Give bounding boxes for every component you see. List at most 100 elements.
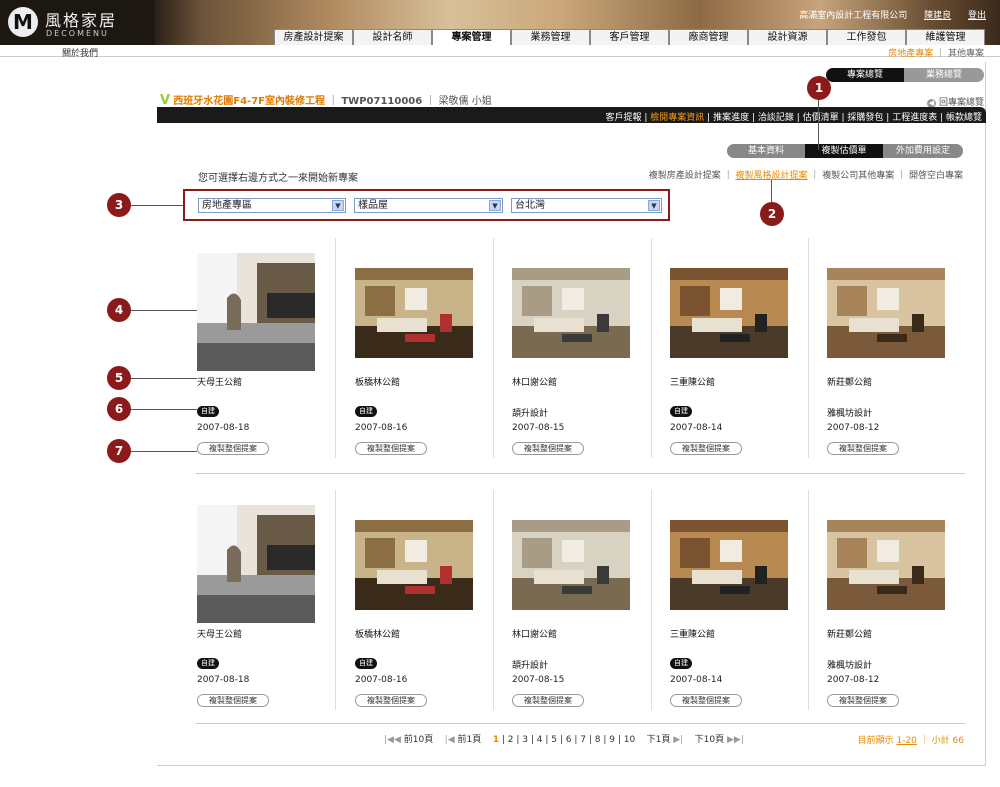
project-date: 2007-08-12 xyxy=(827,675,880,685)
project-menu-item[interactable]: 帳款總覽 xyxy=(946,113,982,123)
switch-business-overview[interactable]: 業務總覽 xyxy=(904,68,984,82)
nav-tab[interactable]: 業務管理 xyxy=(511,29,590,45)
project-menu-item[interactable]: 估價清單 xyxy=(803,113,839,123)
page-number[interactable]: 10 xyxy=(624,735,635,745)
self-built-badge: 自建 xyxy=(355,406,377,417)
callout-1: 1 xyxy=(807,76,831,100)
project-name[interactable]: 板橋林公館 xyxy=(355,375,400,388)
project-name[interactable]: 林口謝公館 xyxy=(512,627,557,640)
pager-divider xyxy=(196,723,965,724)
nav-tab[interactable]: 房產設計提案 xyxy=(274,29,353,45)
total-value: 66 xyxy=(952,736,964,746)
logo[interactable]: M 風格家居 DECOMENU xyxy=(0,0,155,45)
callout-4: 4 xyxy=(107,298,131,322)
top-user-info: 高滿室內設計工程有限公司 陳建良 登出 xyxy=(785,8,986,21)
designer-tag: 雅楓坊設計 xyxy=(827,661,873,671)
project-name[interactable]: 林口謝公館 xyxy=(512,375,557,388)
row-divider xyxy=(196,473,965,474)
nav-tab[interactable]: 維護管理 xyxy=(906,29,985,45)
project-thumbnail[interactable] xyxy=(512,520,630,610)
column-divider xyxy=(651,490,652,710)
project-thumbnail[interactable] xyxy=(355,268,473,358)
logout-link[interactable]: 登出 xyxy=(968,11,986,21)
project-thumbnail[interactable] xyxy=(827,520,945,610)
column-divider xyxy=(651,238,652,458)
tab-extra-fees[interactable]: 外加費用設定 xyxy=(883,144,963,158)
project-code: TWP07110006 xyxy=(341,96,423,107)
nav-tab[interactable]: 廠商管理 xyxy=(669,29,748,45)
select-type-value: 樣品屋 xyxy=(358,200,388,211)
project-name[interactable]: 天母王公館 xyxy=(197,627,242,640)
copy-option-link[interactable]: 開啓空白專案 xyxy=(909,171,963,181)
project-name[interactable]: 新莊鄭公館 xyxy=(827,627,872,640)
copy-option-link[interactable]: 複製房產設計提案 xyxy=(649,171,721,181)
copy-proposal-button[interactable]: 複製整個提案 xyxy=(827,442,899,455)
about-link[interactable]: 關於我們 xyxy=(62,46,98,59)
project-thumbnail[interactable] xyxy=(512,268,630,358)
column-divider xyxy=(335,238,336,458)
project-menu-item[interactable]: 洽談記錄 xyxy=(758,113,794,123)
project-name[interactable]: 板橋林公館 xyxy=(355,627,400,640)
nav-tab[interactable]: 客戶管理 xyxy=(590,29,669,45)
project-menu-item[interactable]: 檢閱專案資訊 xyxy=(650,113,704,123)
project-name[interactable]: 三重陳公館 xyxy=(670,375,715,388)
nav-tab[interactable]: 專案管理 xyxy=(432,29,511,45)
column-divider xyxy=(493,490,494,710)
copy-proposal-button[interactable]: 複製整個提案 xyxy=(355,442,427,455)
self-built-badge: 自建 xyxy=(670,658,692,669)
copy-proposal-button[interactable]: 複製整個提案 xyxy=(355,694,427,707)
next-page-icon: ▶| xyxy=(673,735,684,745)
project-menu-item[interactable]: 推案進度 xyxy=(713,113,749,123)
project-menu-item[interactable]: 採購發包 xyxy=(847,113,883,123)
nav-tab[interactable]: 工作發包 xyxy=(827,29,906,45)
callout-3-line xyxy=(131,205,183,206)
project-menu-item[interactable]: 客戶提報 xyxy=(606,113,642,123)
project-menu-item[interactable]: 工程進度表 xyxy=(892,113,937,123)
project-name[interactable]: 天母王公館 xyxy=(197,375,242,388)
copy-options: 複製房產設計提案 ｜ 複製風格設計提案 ｜ 複製公司其他專案 ｜ 開啓空白專案 xyxy=(648,171,963,181)
tab-basic-info[interactable]: 基本資料 xyxy=(727,144,805,158)
prev-10-link[interactable]: 前10頁 xyxy=(404,735,433,745)
select-area[interactable]: 房地產專區 ▼ xyxy=(198,198,346,213)
sub-bar xyxy=(0,45,1000,57)
project-thumbnail[interactable] xyxy=(670,268,788,358)
self-built-badge: 自建 xyxy=(197,658,219,669)
nav-tab[interactable]: 設計資源 xyxy=(748,29,827,45)
next-10-link[interactable]: 下10頁 xyxy=(695,735,724,745)
prev-link[interactable]: 前1頁 xyxy=(458,735,482,745)
project-date: 2007-08-15 xyxy=(512,423,565,433)
project-name[interactable]: 新莊鄭公館 xyxy=(827,375,872,388)
project-thumbnail[interactable] xyxy=(197,505,315,623)
copy-proposal-button[interactable]: 複製整個提案 xyxy=(827,694,899,707)
subnav-other[interactable]: 其他專案 xyxy=(948,49,984,59)
copy-proposal-button[interactable]: 複製整個提案 xyxy=(512,694,584,707)
column-divider xyxy=(808,238,809,458)
user-link[interactable]: 陳建良 xyxy=(924,11,951,21)
copy-proposal-button[interactable]: 複製整個提案 xyxy=(512,442,584,455)
switch-project-overview[interactable]: 專案總覽 xyxy=(826,68,904,82)
project-thumbnail[interactable] xyxy=(355,520,473,610)
project-name: 西班牙水花園F4-7F室內裝修工程 xyxy=(173,96,325,107)
nav-tab[interactable]: 設計名師 xyxy=(353,29,432,45)
project-date: 2007-08-14 xyxy=(670,675,723,685)
count-range: 1-20 xyxy=(896,736,917,746)
chevron-down-icon: ▼ xyxy=(489,200,501,211)
copy-proposal-button[interactable]: 複製整個提案 xyxy=(197,442,269,455)
self-built-badge: 自建 xyxy=(670,406,692,417)
project-date: 2007-08-18 xyxy=(197,423,250,433)
project-name[interactable]: 三重陳公館 xyxy=(670,627,715,640)
select-type[interactable]: 樣品屋 ▼ xyxy=(354,198,503,213)
column-divider xyxy=(808,490,809,710)
subnav-real-estate[interactable]: 房地產專案 xyxy=(888,49,933,59)
copy-option-link[interactable]: 複製公司其他專案 xyxy=(822,171,894,181)
copy-proposal-button[interactable]: 複製整個提案 xyxy=(197,694,269,707)
copy-proposal-button[interactable]: 複製整個提案 xyxy=(670,694,742,707)
project-thumbnail[interactable] xyxy=(827,268,945,358)
copy-proposal-button[interactable]: 複製整個提案 xyxy=(670,442,742,455)
select-location[interactable]: 台北灣 ▼ xyxy=(511,198,662,213)
callout-6-line xyxy=(131,409,197,410)
tab-copy-quote[interactable]: 複製估價單 xyxy=(805,144,883,158)
project-thumbnail[interactable] xyxy=(197,253,315,371)
next-link[interactable]: 下1頁 xyxy=(647,735,671,745)
project-thumbnail[interactable] xyxy=(670,520,788,610)
